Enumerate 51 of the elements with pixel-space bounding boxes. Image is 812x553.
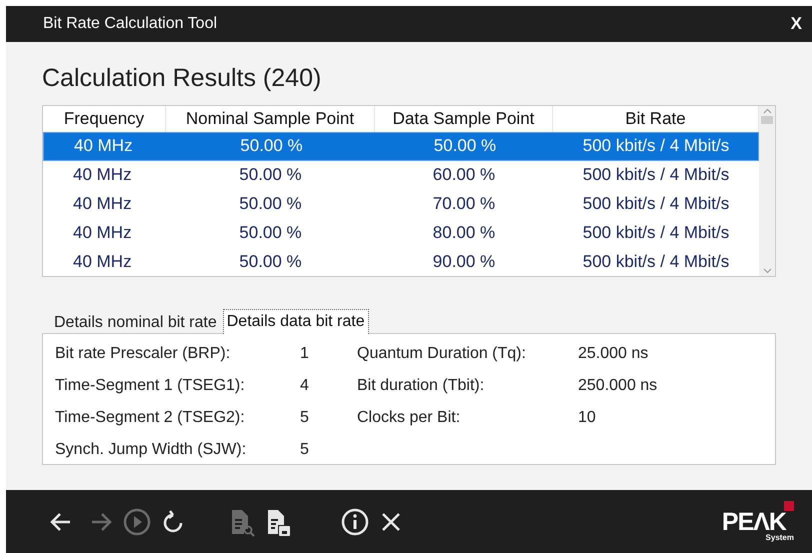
table-row[interactable]: 40 MHz 50.00 % 70.00 % 500 kbit/s / 4 Mbit/s <box>43 190 759 218</box>
field-label: Bit duration (Tbit): <box>357 376 486 396</box>
table-cell-text: 50.00 % <box>238 251 303 274</box>
table-cell-text: 40 MHz <box>72 222 133 244</box>
table-cell-text: 500 kbit/s / 4 Mbit/s <box>582 193 730 216</box>
field-label: Time-Segment 1 (TSEG1): <box>55 376 246 396</box>
field-label: Clocks per Bit: <box>357 408 462 428</box>
table-cell-text: 500 kbit/s / 4 Mbit/s <box>582 135 730 158</box>
table-row[interactable]: 40 MHz 50.00 % 80.00 % 500 kbit/s / 4 Mbit/s <box>43 218 759 248</box>
tab[interactable]: Details data bit rate <box>222 308 369 334</box>
table-cell-text: 50.00 % <box>238 222 303 244</box>
table-cell-text: 50.00 % <box>238 164 303 186</box>
field-label: Synch. Jump Width (SJW): <box>55 440 248 460</box>
info-icon[interactable] <box>340 506 370 536</box>
field-value: 250.000 ns <box>578 376 658 396</box>
logo-square-icon <box>784 500 794 510</box>
scroll-down-icon[interactable] <box>762 268 772 274</box>
table-cell-text: 50.00 % <box>432 135 498 158</box>
field-value: 4 <box>300 376 310 396</box>
field-value: 5 <box>300 440 310 460</box>
table-cell-text: 500 kbit/s / 4 Mbit/s <box>582 164 730 186</box>
page-heading: Calculation Results (240) <box>42 63 322 94</box>
field-label: Quantum Duration (Tq): <box>357 344 527 364</box>
table-cell-text: 80.00 % <box>432 222 496 244</box>
table-cell-text: 50.00 % <box>239 135 304 158</box>
window-title: Bit Rate Calculation Tool <box>43 14 218 34</box>
field-label: Time-Segment 2 (TSEG2): <box>55 408 246 428</box>
table-row[interactable]: 40 MHz 50.00 % 60.00 % 500 kbit/s / 4 Mbit/s <box>43 160 759 190</box>
field-value: 1 <box>300 344 310 364</box>
scroll-thumb[interactable] <box>761 116 773 124</box>
table-cell-text: 40 MHz <box>73 135 134 158</box>
table-row[interactable]: 40 MHz 50.00 % 50.00 % 500 kbit/s / 4 Mbit/s <box>43 132 759 160</box>
field-value: 25.000 ns <box>578 344 650 364</box>
table-cell-text: 70.00 % <box>432 193 496 216</box>
field-value: 10 <box>578 408 597 428</box>
table-cell-text: 40 MHz <box>72 164 133 186</box>
table-cell-text: 90.00 % <box>432 251 496 274</box>
close-button[interactable]: X <box>786 11 806 37</box>
scroll-up-icon[interactable] <box>762 108 772 114</box>
table-row[interactable]: 40 MHz 50.00 % 90.00 % 500 kbit/s / 4 Mbit/s <box>43 248 759 276</box>
scrollbar[interactable] <box>759 106 775 276</box>
logo-tagline: System <box>766 532 794 542</box>
logo-wordmark: PEΛK <box>722 510 786 532</box>
table-cell-text: 500 kbit/s / 4 Mbit/s <box>582 222 730 244</box>
field-label: Bit rate Prescaler (BRP): <box>55 344 232 364</box>
field-value: 5 <box>300 408 310 428</box>
table-cell-text: 40 MHz <box>72 193 133 216</box>
table-cell-text: 50.00 % <box>238 193 303 216</box>
table-cell-text: 40 MHz <box>72 251 133 274</box>
table-cell-text: 60.00 % <box>432 164 496 186</box>
table-cell-text: 500 kbit/s / 4 Mbit/s <box>582 251 730 274</box>
